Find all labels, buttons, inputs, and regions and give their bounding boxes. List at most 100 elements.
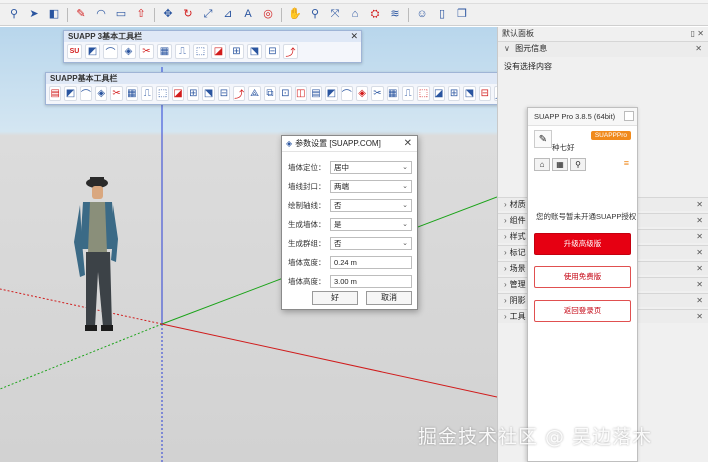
maximize-icon[interactable] bbox=[624, 111, 634, 121]
suapp-tool-icon[interactable]: ✂ bbox=[110, 86, 123, 101]
dialog-select[interactable]: 否 ⌄ bbox=[330, 236, 412, 250]
suapp-tool-icon[interactable]: ▦ bbox=[157, 44, 172, 59]
warehouse-icon[interactable]: ⌂ bbox=[347, 7, 363, 23]
rectangle-icon[interactable]: ▭ bbox=[113, 7, 129, 23]
suapp-tool-icon[interactable]: ⊟ bbox=[217, 86, 231, 101]
select-arrow-icon[interactable]: ➤ bbox=[26, 7, 42, 23]
pencil-icon[interactable]: ✎ bbox=[73, 7, 89, 23]
zoom-extents-icon[interactable]: ⤧ bbox=[327, 7, 343, 23]
close-icon[interactable]: ✕ bbox=[696, 214, 703, 228]
suapp3-toolbar[interactable]: SUAPP 3基本工具栏 ✕ SU ◩ ⌒ ◈ ✂ ▦ ⎍ ⬚ ◪ ⊞ ⬔ ⊟ ⤴ bbox=[63, 30, 362, 63]
search-icon[interactable]: ⚲ bbox=[570, 158, 586, 171]
suapp-tool-icon[interactable]: ⤴ bbox=[283, 44, 298, 59]
suapp-tool-icon[interactable]: ◈ bbox=[95, 86, 108, 101]
close-icon[interactable]: ✕ bbox=[696, 310, 703, 324]
suapp-tool-icon[interactable]: SU bbox=[67, 44, 82, 59]
home-icon[interactable]: ⌂ bbox=[534, 158, 550, 171]
extension-icon[interactable]: ⛭ bbox=[367, 7, 383, 23]
close-icon[interactable]: ✕ bbox=[350, 31, 358, 42]
suapp-tool-icon[interactable]: ⬚ bbox=[417, 86, 430, 101]
suapp-tool-icon[interactable]: ⬔ bbox=[247, 44, 262, 59]
close-icon[interactable]: ✕ bbox=[696, 294, 703, 308]
suapp-tool-icon[interactable]: ◈ bbox=[355, 86, 369, 101]
close-icon[interactable]: ✕ bbox=[696, 262, 703, 276]
arc-icon[interactable]: ◠ bbox=[93, 7, 109, 23]
menu-icon[interactable]: ≡ bbox=[624, 158, 629, 168]
new-doc-icon[interactable]: ▯ bbox=[434, 7, 450, 23]
tray-section-entity-info[interactable]: ∨ 图元信息 ✕ bbox=[498, 41, 708, 57]
eraser-icon[interactable]: ◧ bbox=[46, 7, 62, 23]
suapp-tool-icon[interactable]: ◪ bbox=[432, 86, 445, 101]
close-icon[interactable]: ✕ bbox=[404, 138, 412, 149]
suapp-tool-icon[interactable]: ⬚ bbox=[156, 86, 169, 101]
orbit-icon[interactable]: ◎ bbox=[260, 7, 276, 23]
close-icon[interactable]: ✕ bbox=[696, 198, 703, 212]
close-icon[interactable]: ✕ bbox=[696, 230, 703, 244]
suapp-tool-icon[interactable]: ⬔ bbox=[463, 86, 476, 101]
pin-close-icon[interactable]: ▯ ✕ bbox=[691, 27, 704, 41]
close-icon[interactable]: ✕ bbox=[696, 278, 703, 292]
dialog-select[interactable]: 是 ⌄ bbox=[330, 217, 412, 231]
suapp-tool-icon[interactable]: ◈ bbox=[121, 44, 136, 59]
suapp-tool-icon[interactable]: ⊟ bbox=[265, 44, 280, 59]
zoom-icon[interactable]: ⚲ bbox=[307, 7, 323, 23]
tray-title: 默认面板 bbox=[502, 29, 534, 38]
suapp-tool-icon[interactable]: ✂ bbox=[371, 86, 384, 101]
dialog-input[interactable]: 0.24 m bbox=[330, 255, 412, 269]
scale-icon[interactable]: ⤢ bbox=[200, 7, 216, 23]
pan-icon[interactable]: ✋ bbox=[287, 7, 303, 23]
grid-icon[interactable]: ▦ bbox=[552, 158, 568, 171]
dialog-select[interactable]: 否 ⌄ bbox=[330, 198, 412, 212]
suapp-tool-icon[interactable]: ⊞ bbox=[447, 86, 461, 101]
field-value: 两端 bbox=[334, 181, 349, 191]
tape-measure-icon[interactable]: ⊿ bbox=[220, 7, 236, 23]
rotate-icon[interactable]: ↻ bbox=[180, 7, 196, 23]
avatar[interactable]: ✎ bbox=[534, 130, 552, 148]
suapp-tool-icon[interactable]: ⬚ bbox=[193, 44, 208, 59]
close-icon[interactable]: ✕ bbox=[696, 246, 703, 260]
chevron-right-icon: › bbox=[504, 296, 507, 305]
suapp-tool-icon[interactable]: ⟁ bbox=[248, 86, 261, 101]
suapp-tool-icon[interactable]: ⌒ bbox=[103, 44, 118, 59]
suapp-tool-icon[interactable]: ⌒ bbox=[79, 86, 93, 101]
ok-button[interactable]: 好 bbox=[312, 291, 358, 305]
suapp-tool-icon[interactable]: ◩ bbox=[64, 86, 77, 101]
suapp-tool-icon[interactable]: ◩ bbox=[85, 44, 100, 59]
dialog-select[interactable]: 两端 ⌄ bbox=[330, 179, 412, 193]
suapp-tool-icon[interactable]: ▦ bbox=[386, 86, 399, 101]
suapp-tool-icon[interactable]: ◪ bbox=[211, 44, 226, 59]
copy-icon[interactable]: ❐ bbox=[454, 7, 470, 23]
account-icon[interactable]: ☺ bbox=[414, 7, 430, 23]
upgrade-button[interactable]: 升级高级版 bbox=[534, 233, 631, 255]
cancel-button[interactable]: 取消 bbox=[366, 291, 412, 305]
suapp-tool-icon[interactable]: ▤ bbox=[309, 86, 323, 101]
text-icon[interactable]: A bbox=[240, 7, 256, 23]
separator bbox=[67, 7, 68, 22]
back-to-login-button[interactable]: 返回登录页 bbox=[534, 300, 631, 322]
suapp-tool-icon[interactable]: ⎍ bbox=[141, 86, 154, 101]
dialog-select[interactable]: 居中 ⌄ bbox=[330, 160, 412, 174]
suapp-tool-icon[interactable]: ◩ bbox=[325, 86, 338, 101]
push-pull-icon[interactable]: ⇧ bbox=[133, 7, 149, 23]
suapp-tool-icon[interactable]: ⌒ bbox=[340, 86, 353, 101]
suapp-tool-icon[interactable]: ⬔ bbox=[202, 86, 215, 101]
suapp-tool-icon[interactable]: ⤴ bbox=[233, 86, 246, 101]
suapp-tool-icon[interactable]: ⎍ bbox=[401, 86, 415, 101]
suapp-tool-icon[interactable]: ⊞ bbox=[187, 86, 200, 101]
suapp-tool-icon[interactable]: ⎍ bbox=[175, 44, 190, 59]
close-icon[interactable]: ✕ bbox=[695, 42, 702, 56]
suapp-tool-icon[interactable]: ✂ bbox=[139, 44, 154, 59]
suapp-tool-icon[interactable]: ◫ bbox=[294, 86, 307, 101]
suapp-tool-icon[interactable]: ▤ bbox=[49, 86, 62, 101]
suapp-tool-icon[interactable]: ▦ bbox=[125, 86, 139, 101]
suapp-tool-icon[interactable]: ◪ bbox=[171, 86, 185, 101]
move-icon[interactable]: ✥ bbox=[160, 7, 176, 23]
layer-icon[interactable]: ≋ bbox=[387, 7, 403, 23]
suapp-tool-icon[interactable]: ⧉ bbox=[263, 86, 277, 101]
suapp-tool-icon[interactable]: ⊡ bbox=[279, 86, 292, 101]
free-version-button[interactable]: 使用免费版 bbox=[534, 266, 631, 288]
search-icon[interactable]: ⚲ bbox=[6, 7, 22, 23]
dialog-input[interactable]: 3.00 m bbox=[330, 274, 412, 288]
suapp-tool-icon[interactable]: ⊞ bbox=[229, 44, 244, 59]
suapp-tool-icon[interactable]: ⊟ bbox=[478, 86, 491, 101]
